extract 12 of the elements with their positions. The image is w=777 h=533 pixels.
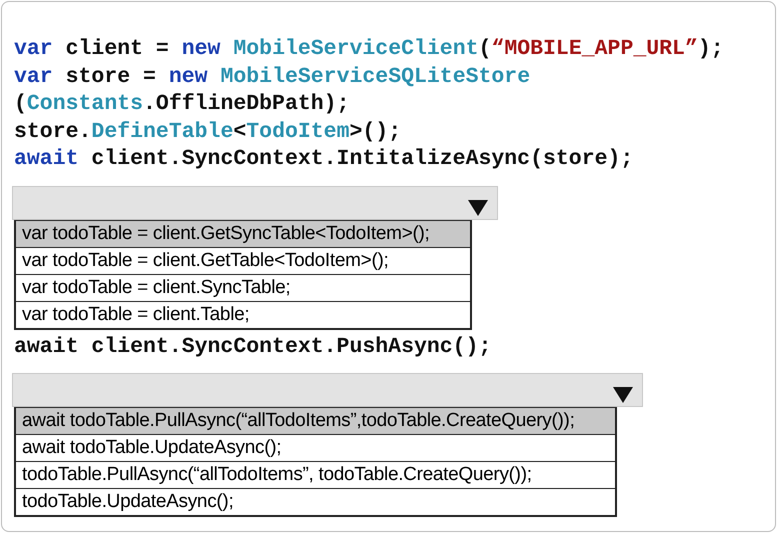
caret-icon — [612, 386, 634, 404]
code-line: store.DefineTable<TodoItem>(); — [14, 118, 402, 146]
dropdown-option[interactable]: var todoTable = client.GetSyncTable<TodoItem>(); — [16, 220, 470, 246]
code-line: await client.SyncContext.PushAsync(); — [14, 334, 492, 360]
dropdown[interactable] — [12, 373, 643, 407]
dropdown-option[interactable]: await todoTable.PullAsync(“allTodoItems”,todoTable.CreateQuery()); — [16, 408, 615, 434]
caret-icon — [466, 198, 489, 216]
dropdown[interactable] — [12, 186, 498, 220]
code-line: var store = new MobileServiceSQLiteStore — [14, 64, 532, 90]
code-line: (Constants.OfflineDbPath); — [14, 91, 350, 118]
code-line: await client.SyncContext.IntitalizeAsync(store); — [14, 146, 634, 173]
code-line: var client = new MobileServiceClient(“MOBILE_APP_URL”); — [14, 36, 724, 63]
